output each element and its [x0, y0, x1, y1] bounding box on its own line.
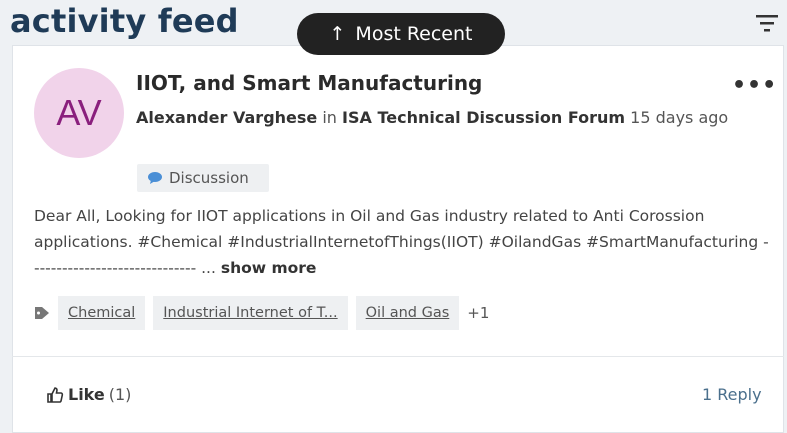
- avatar[interactable]: AV: [34, 68, 124, 158]
- thumbs-up-icon: [47, 386, 64, 403]
- sort-button[interactable]: ↑ Most Recent: [297, 13, 505, 55]
- post-body: Dear All, Looking for IIOT applications …: [34, 203, 774, 281]
- in-label: in: [322, 108, 337, 127]
- more-options-icon[interactable]: •••: [732, 73, 777, 98]
- post-meta: Alexander Varghese in ISA Technical Disc…: [136, 104, 736, 132]
- reply-link[interactable]: 1 Reply: [702, 385, 762, 404]
- like-label: Like: [68, 385, 105, 404]
- page-title: activity feed: [10, 2, 239, 40]
- chat-bubble-icon: [148, 172, 162, 184]
- filter-icon[interactable]: [754, 12, 780, 34]
- post-body-text: Dear All, Looking for IIOT applications …: [34, 207, 769, 277]
- tag-industrial-internet[interactable]: Industrial Internet of T...: [153, 296, 348, 330]
- more-tags-link[interactable]: +1: [467, 304, 489, 322]
- show-more-link[interactable]: show more: [221, 259, 317, 277]
- tag-chemical[interactable]: Chemical: [58, 296, 146, 330]
- sort-label: Most Recent: [355, 23, 473, 45]
- like-button[interactable]: Like (1): [46, 385, 131, 404]
- divider: [12, 356, 784, 357]
- arrow-up-icon: ↑: [329, 23, 346, 45]
- author-link[interactable]: Alexander Varghese: [136, 108, 317, 127]
- tag-oil-and-gas[interactable]: Oil and Gas: [355, 296, 460, 330]
- post-title[interactable]: IIOT, and Smart Manufacturing: [136, 71, 482, 95]
- tag-list: Chemical Industrial Internet of T... Oil…: [34, 296, 489, 330]
- forum-link[interactable]: ISA Technical Discussion Forum: [342, 108, 625, 127]
- like-count: (1): [108, 385, 132, 404]
- discussion-badge: Discussion: [137, 164, 269, 192]
- badge-label: Discussion: [169, 169, 249, 187]
- post-time: 15 days ago: [630, 108, 729, 127]
- tag-icon: [35, 307, 49, 319]
